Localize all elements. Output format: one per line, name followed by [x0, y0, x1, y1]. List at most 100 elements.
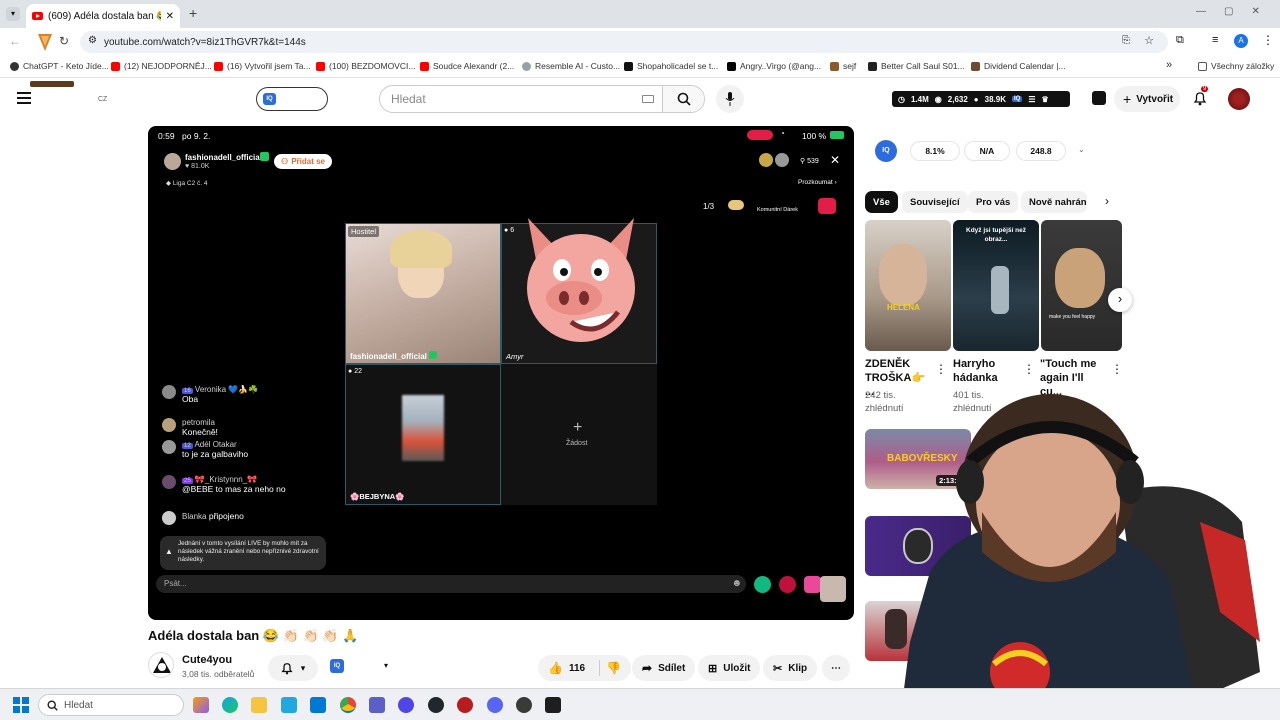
- join-button[interactable]: ⚇ Přidat se: [274, 154, 332, 169]
- channel-name[interactable]: Cute4you: [182, 654, 232, 666]
- taskbar-search-input[interactable]: Hledat: [38, 694, 184, 716]
- search-button[interactable]: [662, 86, 704, 112]
- close-window-icon[interactable]: ✕: [1251, 6, 1277, 17]
- chip-for-you[interactable]: Pro vás: [968, 191, 1019, 213]
- save-button[interactable]: ⊞ Uložit: [698, 655, 761, 681]
- discord-alt-icon[interactable]: [398, 697, 414, 713]
- forward-icon[interactable]: [34, 31, 56, 53]
- emoji-icon[interactable]: ☻: [731, 578, 742, 589]
- bookmark-item[interactable]: (100) BEZDOMOVCI...: [316, 61, 415, 71]
- create-button[interactable]: + Vytvořit: [1114, 86, 1180, 112]
- keyboard-icon[interactable]: [642, 95, 654, 103]
- profile-avatar[interactable]: A: [1234, 34, 1248, 48]
- widgets-icon[interactable]: [193, 697, 209, 713]
- bookmark-item[interactable]: (12) NEJODPORNĚJ...: [111, 61, 212, 71]
- explore-link[interactable]: Prozkoumat ›: [798, 179, 837, 186]
- host-avatar[interactable]: [164, 153, 181, 170]
- short-thumbnail[interactable]: make you feel happy: [1041, 220, 1122, 351]
- streamlabs-icon[interactable]: [545, 697, 561, 713]
- media-icon[interactable]: ≡: [1212, 34, 1218, 46]
- search-input[interactable]: Hledat: [379, 85, 705, 113]
- tab-close-icon[interactable]: ✕: [166, 11, 174, 22]
- bookmark-item[interactable]: Shopaholicadel se t...: [624, 61, 718, 71]
- notifications-bell-icon[interactable]: 9: [1193, 86, 1209, 106]
- url-field[interactable]: ⚙ youtube.com/watch?v=8iz1ThGVR7k&t=144s…: [80, 31, 1168, 53]
- chip-all[interactable]: Vše: [865, 191, 898, 213]
- bookmark-item[interactable]: Better Call Saul S01...: [868, 61, 965, 71]
- back-icon[interactable]: ←: [9, 34, 21, 48]
- bookmark-item[interactable]: Resemble AI - Custo...: [522, 61, 620, 71]
- short-thumbnail[interactable]: Když jsi tupější než obraz...: [953, 220, 1039, 351]
- tab-active[interactable]: (609) Adéla dostala ban 😂 👏🏻 👏 ✕: [26, 4, 180, 28]
- store-icon[interactable]: [281, 697, 297, 713]
- bookmark-item[interactable]: Soudce Alexandr (2...: [420, 61, 514, 71]
- subscribed-button[interactable]: ▾: [268, 655, 318, 681]
- bell-icon: [281, 662, 293, 674]
- chevron-down-icon[interactable]: ▾: [384, 661, 388, 670]
- share-guests-icon[interactable]: [754, 576, 771, 593]
- extension-puzzle-icon[interactable]: [1092, 91, 1106, 105]
- channel-avatar[interactable]: [148, 652, 174, 678]
- guest-cell-pig[interactable]: ● 6 Amyr: [501, 218, 657, 364]
- gift-button-icon[interactable]: [804, 576, 821, 593]
- folder-icon: [1198, 61, 1207, 71]
- gift-box-icon[interactable]: [818, 198, 836, 214]
- short-thumbnail[interactable]: HELENA: [865, 220, 951, 351]
- more-actions-button[interactable]: ⋯: [822, 655, 850, 681]
- youtube-logo[interactable]: [30, 81, 74, 87]
- bookmark-item[interactable]: Dividend Calendar |...: [971, 61, 1066, 71]
- mail-icon[interactable]: [310, 697, 326, 713]
- chevron-down-icon[interactable]: ⌄: [1078, 145, 1085, 154]
- extensions-icon[interactable]: ⧉: [1176, 34, 1184, 47]
- voice-search-button[interactable]: [716, 85, 744, 113]
- like-button[interactable]: 👍 116 👎: [538, 655, 632, 681]
- request-slot[interactable]: + Žádost: [501, 364, 657, 505]
- close-live-icon[interactable]: ✕: [830, 153, 840, 167]
- reload-icon[interactable]: ↻: [59, 34, 69, 48]
- iq-stats-icon[interactable]: IQ: [875, 140, 897, 162]
- chip-related[interactable]: Související: [902, 191, 968, 213]
- discord-icon[interactable]: [487, 697, 503, 713]
- obs-icon[interactable]: [516, 697, 532, 713]
- minimize-icon[interactable]: —: [1196, 6, 1224, 17]
- clip-button[interactable]: ✂ Klip: [763, 655, 818, 681]
- video-player[interactable]: 0:59 po 9. 2. ◔ 100 % fashionadell_offic…: [148, 126, 854, 620]
- bookmark-item[interactable]: ChatGPT - Keto Jíde...: [10, 61, 109, 71]
- chips-next-icon[interactable]: ›: [1105, 194, 1109, 208]
- iq-extension-badge[interactable]: IQ: [330, 659, 344, 673]
- rose-gift-icon[interactable]: [779, 576, 796, 593]
- bookmark-star-icon[interactable]: ☆: [1144, 34, 1154, 47]
- country-code: CZ: [98, 96, 108, 103]
- guest-cell-blurred[interactable]: ● 22 🌸BEJBYNA🌸: [345, 364, 501, 505]
- shorts-next-button[interactable]: ›: [1108, 288, 1132, 312]
- chrome-icon[interactable]: [340, 697, 356, 713]
- hamburger-menu-icon[interactable]: [17, 92, 31, 104]
- share-button[interactable]: ➦ Sdílet: [632, 655, 696, 681]
- install-icon[interactable]: ⎘: [1122, 35, 1130, 46]
- all-bookmarks[interactable]: Všechny záložky: [1198, 61, 1274, 71]
- file-explorer-icon[interactable]: [251, 697, 267, 713]
- host-name: fashionadell_official: [185, 153, 262, 162]
- teams-icon[interactable]: [369, 697, 385, 713]
- microphone-icon: [725, 92, 735, 106]
- bookmarks-more[interactable]: »: [1166, 59, 1172, 71]
- browser-menu-icon[interactable]: ⋮: [1262, 33, 1274, 47]
- bookmark-item[interactable]: sejf: [830, 61, 856, 71]
- start-button-icon[interactable]: [13, 697, 29, 713]
- edge-icon[interactable]: [222, 697, 238, 713]
- chip-new[interactable]: Nově nahráno: [1021, 191, 1087, 213]
- tab-list-icon[interactable]: ▾: [6, 7, 20, 21]
- chat-input[interactable]: Psát... ☻: [156, 575, 746, 593]
- wordpress-icon[interactable]: [428, 697, 444, 713]
- site-info-icon[interactable]: ⚙: [88, 35, 97, 46]
- extension-button[interactable]: IQ: [256, 87, 328, 111]
- bookmark-item[interactable]: (16) Vytvořil jsem Ta...: [214, 61, 311, 71]
- host-cell[interactable]: Hostitel fashionadell_official: [345, 223, 501, 364]
- users-icon: ●: [973, 94, 979, 104]
- app-red-icon[interactable]: [457, 697, 473, 713]
- user-avatar[interactable]: [1228, 88, 1250, 110]
- thumbs-down-icon[interactable]: 👎: [606, 661, 621, 675]
- bookmark-item[interactable]: Angry..Virgo (@ang...: [727, 61, 821, 71]
- new-tab-button[interactable]: +: [189, 5, 197, 21]
- maximize-icon[interactable]: ▢: [1224, 6, 1251, 17]
